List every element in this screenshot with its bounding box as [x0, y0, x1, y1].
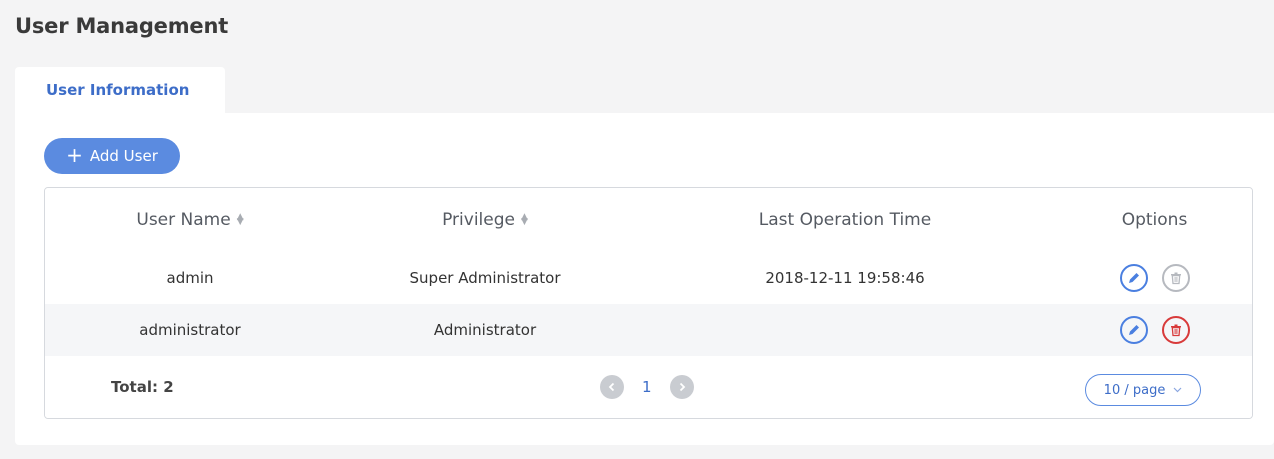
delete-button[interactable]: [1161, 316, 1190, 344]
column-label: Options: [1121, 210, 1188, 230]
pencil-icon: [1128, 325, 1139, 335]
page-number[interactable]: 1: [642, 378, 652, 396]
next-page-button[interactable]: [669, 375, 694, 399]
cell-user-name: administrator: [139, 321, 241, 339]
plus-icon: +: [66, 143, 83, 167]
cell-user-name: admin: [166, 269, 214, 287]
column-header-privilege[interactable]: Privilege ▲ ▼: [335, 188, 635, 252]
trash-icon: [1170, 272, 1181, 285]
add-user-button[interactable]: + Add User: [44, 138, 180, 174]
prev-page-button[interactable]: [600, 375, 624, 399]
chevron-left-icon: [608, 382, 615, 392]
column-label: Last Operation Time: [758, 210, 932, 230]
column-label: Privilege: [442, 210, 515, 230]
page-size-label: 10 / page: [1103, 382, 1166, 398]
cell-privilege: Administrator: [433, 321, 537, 339]
column-header-last-operation-time: Last Operation Time: [635, 188, 1055, 252]
page: User Management User Information + Add U…: [0, 0, 1274, 459]
pagination-bar: Total: 2 1 10 / page: [45, 356, 1252, 418]
cell-privilege: Super Administrator: [409, 269, 561, 287]
column-header-user-name[interactable]: User Name ▲ ▼: [45, 188, 335, 252]
cell-last-operation-time: 2018-12-11 19:58:46: [765, 269, 925, 287]
tab-user-information[interactable]: User Information: [15, 67, 225, 114]
column-header-options: Options: [1055, 188, 1252, 252]
table-row: administrator Administrator: [45, 304, 1252, 356]
total-count: Total: 2: [111, 378, 174, 396]
chevron-right-icon: [679, 382, 685, 392]
column-label: User Name: [136, 210, 231, 230]
cell-last-operation-time: [635, 304, 1055, 356]
chevron-down-icon: [1173, 387, 1182, 393]
cell-options: [1055, 304, 1252, 356]
table-header-row: User Name ▲ ▼ Privilege ▲ ▼ Last Operation…: [45, 188, 1252, 252]
delete-button[interactable]: [1161, 264, 1190, 292]
pencil-icon: [1128, 273, 1139, 283]
add-user-label: Add User: [89, 147, 158, 165]
page-title: User Management: [15, 14, 229, 38]
page-size-select[interactable]: 10 / page: [1085, 374, 1201, 406]
edit-button[interactable]: [1119, 264, 1148, 292]
pager: 1: [600, 356, 694, 418]
trash-icon: [1170, 324, 1181, 337]
sort-icon[interactable]: ▲ ▼: [237, 213, 244, 227]
table-row: admin Super Administrator 2018-12-11 19:…: [45, 252, 1252, 304]
cell-options: [1055, 252, 1252, 304]
edit-button[interactable]: [1119, 316, 1148, 344]
sort-icon[interactable]: ▲ ▼: [521, 213, 528, 227]
user-table: User Name ▲ ▼ Privilege ▲ ▼ Last Operation…: [44, 187, 1253, 419]
content-panel: + Add User User Name ▲ ▼ Privilege ▲ ▼ Las…: [15, 113, 1274, 445]
